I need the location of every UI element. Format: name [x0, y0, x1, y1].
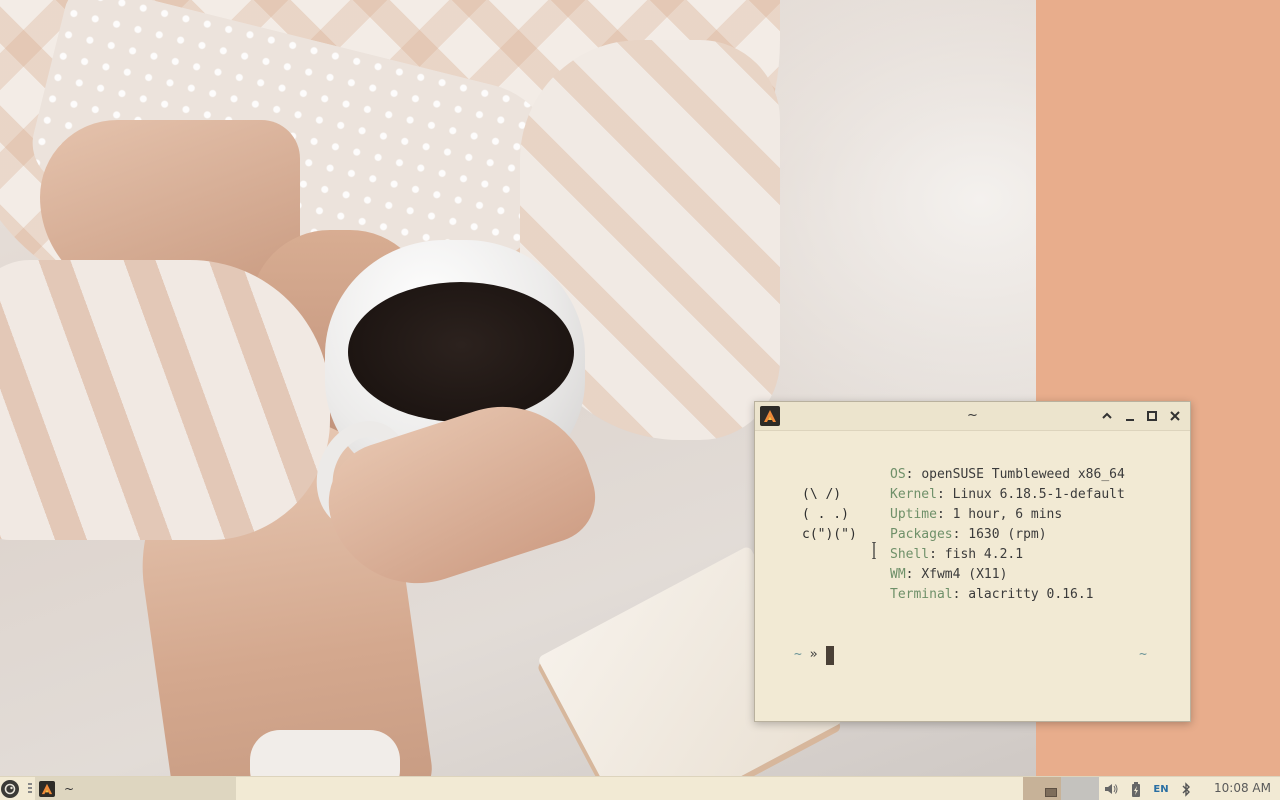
bluetooth-button[interactable] — [1179, 781, 1193, 797]
right-prompt: ~ — [1139, 647, 1147, 662]
info-value: alacritty 0.16.1 — [968, 587, 1094, 602]
keyboard-layout-indicator[interactable]: EN — [1152, 781, 1170, 797]
info-value: Linux 6.18.5-1-default — [952, 487, 1125, 502]
info-value: 1630 (rpm) — [968, 527, 1047, 542]
terminal-titlebar[interactable]: ~ — [755, 402, 1190, 431]
maximize-icon — [1147, 411, 1157, 421]
wallpaper-coffee — [348, 282, 574, 422]
terminal-content[interactable]: (\ /) ( . .) c(")(") OS: openSUSE Tumblewe… — [755, 431, 1190, 721]
shell-prompt: ~ » — [794, 645, 817, 665]
info-key: Kernel — [890, 487, 937, 502]
info-line-packages: Packages: 1630 (rpm) — [890, 527, 1047, 542]
info-value: Xfwm4 (X11) — [921, 567, 1008, 582]
panel-handle[interactable] — [28, 783, 32, 795]
maximize-button[interactable] — [1143, 407, 1161, 425]
ascii-line: c(")(") — [802, 527, 857, 542]
power-button[interactable] — [1129, 781, 1143, 797]
terminal-window[interactable]: ~ (\ /) ( . .) c(")(") OS: openSUSE Tumble… — [754, 401, 1191, 722]
info-line-terminal: Terminal: alacritty 0.16.1 — [890, 587, 1094, 602]
applications-menu-button[interactable] — [1, 780, 19, 798]
info-line-shell: Shell: fish 4.2.1 — [890, 547, 1024, 562]
opensuse-logo-icon — [4, 783, 16, 795]
volume-button[interactable] — [1103, 781, 1119, 797]
text-cursor — [826, 646, 834, 665]
info-key: Uptime — [890, 507, 937, 522]
battery-icon — [1132, 781, 1140, 797]
taskbar-item-label: ~ — [64, 781, 75, 796]
info-line-kernel: Kernel: Linux 6.18.5-1-default — [890, 487, 1125, 502]
info-value: fish 4.2.1 — [944, 547, 1024, 562]
info-key: Packages — [890, 527, 953, 542]
minimize-icon — [1126, 419, 1134, 421]
info-key: Shell — [890, 547, 930, 562]
volume-icon — [1105, 784, 1118, 794]
close-button[interactable] — [1166, 407, 1184, 425]
ascii-logo: (\ /) ( . .) c(")(") — [802, 485, 857, 545]
wallpaper-sock — [250, 730, 400, 776]
wallpaper-sleeve — [0, 260, 330, 540]
taskbar: ~ EN 10:08 AM — [0, 776, 1280, 800]
taskbar-item-terminal[interactable]: ~ — [35, 777, 236, 800]
info-key: Terminal — [890, 587, 953, 602]
info-value: 1 hour, 6 mins — [952, 507, 1063, 522]
info-key: WM — [890, 567, 906, 582]
info-value: openSUSE Tumbleweed x86_64 — [921, 467, 1125, 482]
ascii-line: (\ /) — [802, 487, 842, 502]
workspace-2[interactable] — [1061, 777, 1099, 800]
minimize-button[interactable] — [1121, 407, 1139, 425]
info-line-uptime: Uptime: 1 hour, 6 mins — [890, 507, 1063, 522]
info-line-wm: WM: Xfwm4 (X11) — [890, 567, 1008, 582]
info-line-os: OS: openSUSE Tumbleweed x86_64 — [890, 467, 1125, 482]
info-key: OS — [890, 467, 906, 482]
clock[interactable]: 10:08 AM — [1214, 781, 1271, 795]
workspace-window-preview — [1045, 788, 1057, 797]
chevron-up-icon — [1102, 412, 1112, 419]
system-info: OS: openSUSE Tumbleweed x86_64 Kernel: L… — [890, 465, 1125, 605]
prompt-arrow: » — [809, 647, 818, 662]
ibeam-cursor-icon — [872, 542, 876, 559]
ascii-line: ( . .) — [802, 507, 849, 522]
shade-button[interactable] — [1098, 407, 1116, 425]
prompt-dir: ~ — [794, 647, 802, 662]
close-icon — [1170, 411, 1180, 421]
alacritty-icon — [39, 780, 55, 797]
bluetooth-icon — [1182, 781, 1190, 797]
workspace-1[interactable] — [1023, 777, 1061, 800]
